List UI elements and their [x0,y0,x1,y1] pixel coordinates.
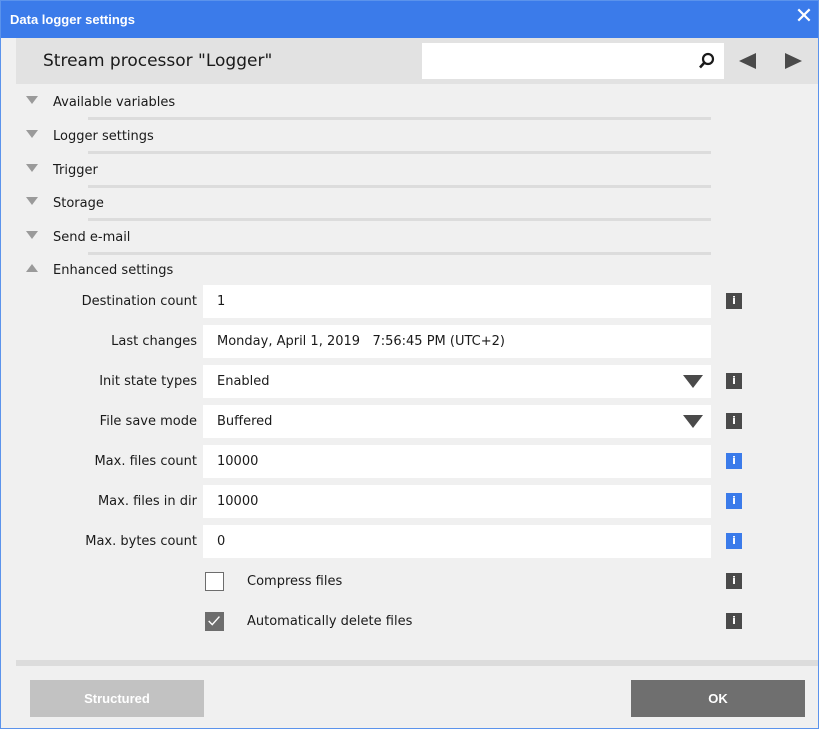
field-label: Max. bytes count [85,534,197,549]
checkbox-label[interactable]: Compress files [247,574,342,589]
search-input[interactable] [426,49,676,73]
ok-button[interactable]: OK [631,680,805,717]
expand-arrow-icon [26,264,38,272]
compress-files-checkbox[interactable] [205,572,224,591]
collapse-arrow-icon [26,164,38,172]
info-icon[interactable]: i [726,613,742,629]
next-arrow-icon[interactable] [783,51,805,71]
destination-count-row: Destination count 1 i [16,285,776,318]
settings-panel: Available variables Logger settings Trig… [16,84,818,662]
dropdown-arrow-icon[interactable] [683,375,703,389]
info-icon[interactable]: i [726,573,742,589]
field-label: Destination count [81,294,197,309]
dropdown-arrow-icon[interactable] [683,415,703,429]
section-label: Storage [53,196,104,211]
section-label: Send e-mail [53,230,131,245]
field-value: Monday, April 1, 2019 7:56:45 PM (UTC+2) [217,334,505,349]
file-save-mode-row: File save mode Buffered i [16,405,776,438]
destination-count-field[interactable]: 1 [203,285,711,318]
section-enhanced-settings[interactable]: Enhanced settings [16,254,716,288]
last-changes-row: Last changes Monday, April 1, 2019 7:56:… [16,325,776,358]
dialog-window: Data logger settings ✕ Stream processor … [0,0,819,729]
title-bar: Data logger settings ✕ [1,1,818,38]
section-label: Trigger [53,163,98,178]
page-title: Stream processor "Logger" [43,51,273,71]
previous-arrow-icon[interactable] [736,51,758,71]
info-icon[interactable]: i [726,373,742,389]
compress-files-row: Compress files i [16,565,776,598]
file-save-mode-select[interactable]: Buffered [203,405,711,438]
info-icon[interactable]: i [726,453,742,469]
structured-button[interactable]: Structured [30,680,204,717]
field-value: Enabled [217,374,270,389]
search-icon[interactable] [696,51,718,71]
auto-delete-checkbox[interactable] [205,612,224,631]
section-label: Enhanced settings [53,263,174,278]
max-bytes-count-field[interactable]: 0 [203,525,711,558]
processor-header: Stream processor "Logger" [16,38,818,84]
max-files-in-dir-field[interactable]: 10000 [203,485,711,518]
info-icon[interactable]: i [726,493,742,509]
footer: Structured OK [16,666,818,728]
info-icon[interactable]: i [726,533,742,549]
window-title: Data logger settings [10,12,135,27]
section-label: Available variables [53,95,176,110]
max-bytes-count-row: Max. bytes count 0 i [16,525,776,558]
field-value: 1 [217,294,226,309]
field-label: File save mode [99,414,197,429]
field-value: 10000 [217,454,259,469]
collapse-arrow-icon [26,96,38,104]
section-label: Logger settings [53,129,154,144]
last-changes-field: Monday, April 1, 2019 7:56:45 PM (UTC+2) [203,325,711,358]
field-value: 0 [217,534,226,549]
info-icon[interactable]: i [726,413,742,429]
checkmark-icon [208,616,220,626]
max-files-count-field[interactable]: 10000 [203,445,711,478]
section-storage[interactable]: Storage [16,187,716,221]
field-label: Init state types [99,374,197,389]
info-icon[interactable]: i [726,293,742,309]
field-value: 10000 [217,494,259,509]
close-icon[interactable]: ✕ [793,6,815,28]
section-available-variables[interactable]: Available variables [16,86,716,120]
field-value: Buffered [217,414,273,429]
max-files-in-dir-row: Max. files in dir 10000 i [16,485,776,518]
search-box[interactable] [422,43,724,79]
init-state-types-select[interactable]: Enabled [203,365,711,398]
field-label: Max. files count [94,454,197,469]
auto-delete-row: Automatically delete files i [16,605,776,638]
section-logger-settings[interactable]: Logger settings [16,120,716,154]
init-state-types-row: Init state types Enabled i [16,365,776,398]
collapse-arrow-icon [26,130,38,138]
checkbox-label[interactable]: Automatically delete files [247,614,412,629]
collapse-arrow-icon [26,231,38,239]
field-label: Max. files in dir [97,494,197,509]
section-trigger[interactable]: Trigger [16,154,716,188]
field-label: Last changes [111,334,197,349]
max-files-count-row: Max. files count 10000 i [16,445,776,478]
collapse-arrow-icon [26,197,38,205]
section-send-email[interactable]: Send e-mail [16,221,716,255]
